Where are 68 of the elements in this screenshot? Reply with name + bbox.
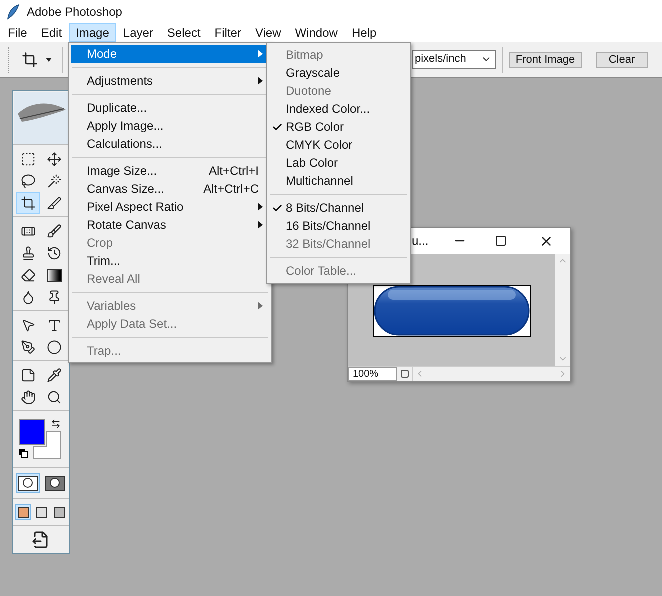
screen-mode-button[interactable] (15, 504, 31, 520)
lasso-icon (20, 174, 36, 188)
note-icon (20, 368, 36, 382)
eyedropper-icon (46, 368, 62, 382)
feather-icon (6, 4, 20, 20)
menu-item[interactable]: Grayscale (269, 64, 408, 82)
default-colors-icon[interactable] (19, 449, 28, 458)
menu-item[interactable]: Mode (71, 45, 269, 63)
droplet-icon (20, 290, 36, 304)
background-color-swatch[interactable] (33, 431, 61, 459)
move-icon (46, 152, 62, 166)
stamp-icon (20, 246, 36, 260)
menu-bar-item[interactable]: Select (160, 23, 208, 42)
magnifier-icon (46, 390, 62, 404)
pin-icon (46, 290, 62, 304)
knife-icon (46, 196, 62, 210)
menu-item[interactable]: Adjustments (71, 72, 269, 90)
menu-bar-item[interactable]: Help (344, 23, 384, 42)
eraser-icon (20, 268, 36, 282)
pointer-icon (20, 318, 36, 332)
maximize-icon[interactable] (495, 235, 507, 247)
pen-icon (20, 340, 36, 354)
screen-mode-button[interactable] (33, 504, 49, 520)
resolution-unit-dropdown[interactable]: pixels/inch (412, 50, 496, 69)
menu-item[interactable]: Calculations... (71, 135, 269, 153)
dashed-square-icon (20, 152, 36, 166)
screen-mode-button[interactable] (51, 504, 67, 520)
window-title: Adobe Photoshop (27, 4, 122, 20)
menu-item[interactable]: Pixel Aspect Ratio (71, 198, 269, 216)
crop-icon (20, 196, 36, 210)
menu-bar-item[interactable]: Layer (116, 23, 160, 42)
feather-drawing (14, 92, 68, 144)
menu-bar-item[interactable]: Edit (34, 23, 70, 42)
options-button[interactable]: Clear (596, 52, 648, 68)
zoom-field[interactable]: 100% (348, 367, 397, 381)
standard-mode-button[interactable] (16, 473, 40, 493)
menu-bar-item[interactable]: Window (288, 23, 345, 42)
hand-icon (20, 390, 36, 404)
ellipse-icon (46, 340, 62, 354)
menu-item[interactable]: Lab Color (269, 154, 408, 172)
menu-item[interactable]: 8 Bits/Channel (269, 199, 408, 217)
quick-mask-button[interactable] (42, 473, 66, 493)
foreground-color-swatch[interactable] (19, 419, 45, 445)
menu-bar-item[interactable]: View (248, 23, 288, 42)
type-icon (46, 318, 62, 332)
menu-bar-item[interactable]: File (1, 23, 34, 42)
menu-item[interactable]: Rotate Canvas (71, 216, 269, 234)
tool-button[interactable] (16, 192, 40, 214)
menu-item[interactable]: RGB Color (269, 118, 408, 136)
caret-icon[interactable] (46, 58, 52, 62)
menu-item[interactable]: Indexed Color... (269, 100, 408, 118)
brush-icon (46, 224, 62, 238)
swap-arrows-icon[interactable] (51, 419, 61, 429)
menu-item[interactable]: CMYK Color (269, 136, 408, 154)
menu-item[interactable]: Trim... (71, 252, 269, 270)
menu-item[interactable]: 16 Bits/Channel (269, 217, 408, 235)
menu-item[interactable]: Image Size... Alt+Ctrl+I (71, 162, 269, 180)
menu-item[interactable]: Duplicate... (71, 99, 269, 117)
wand-icon (46, 174, 62, 188)
menu-bar-item[interactable]: Image (69, 23, 116, 42)
menu-item[interactable]: Multichannel (269, 172, 408, 190)
crop-icon[interactable] (22, 52, 38, 68)
menu-item[interactable]: Canvas Size... Alt+Ctrl+C (71, 180, 269, 198)
history-icon (46, 246, 62, 260)
menu-bar-item[interactable]: Filter (208, 23, 248, 42)
menu-item[interactable]: Apply Image... (71, 117, 269, 135)
gradient-icon (46, 268, 62, 282)
options-button[interactable]: Front Image (509, 52, 582, 68)
